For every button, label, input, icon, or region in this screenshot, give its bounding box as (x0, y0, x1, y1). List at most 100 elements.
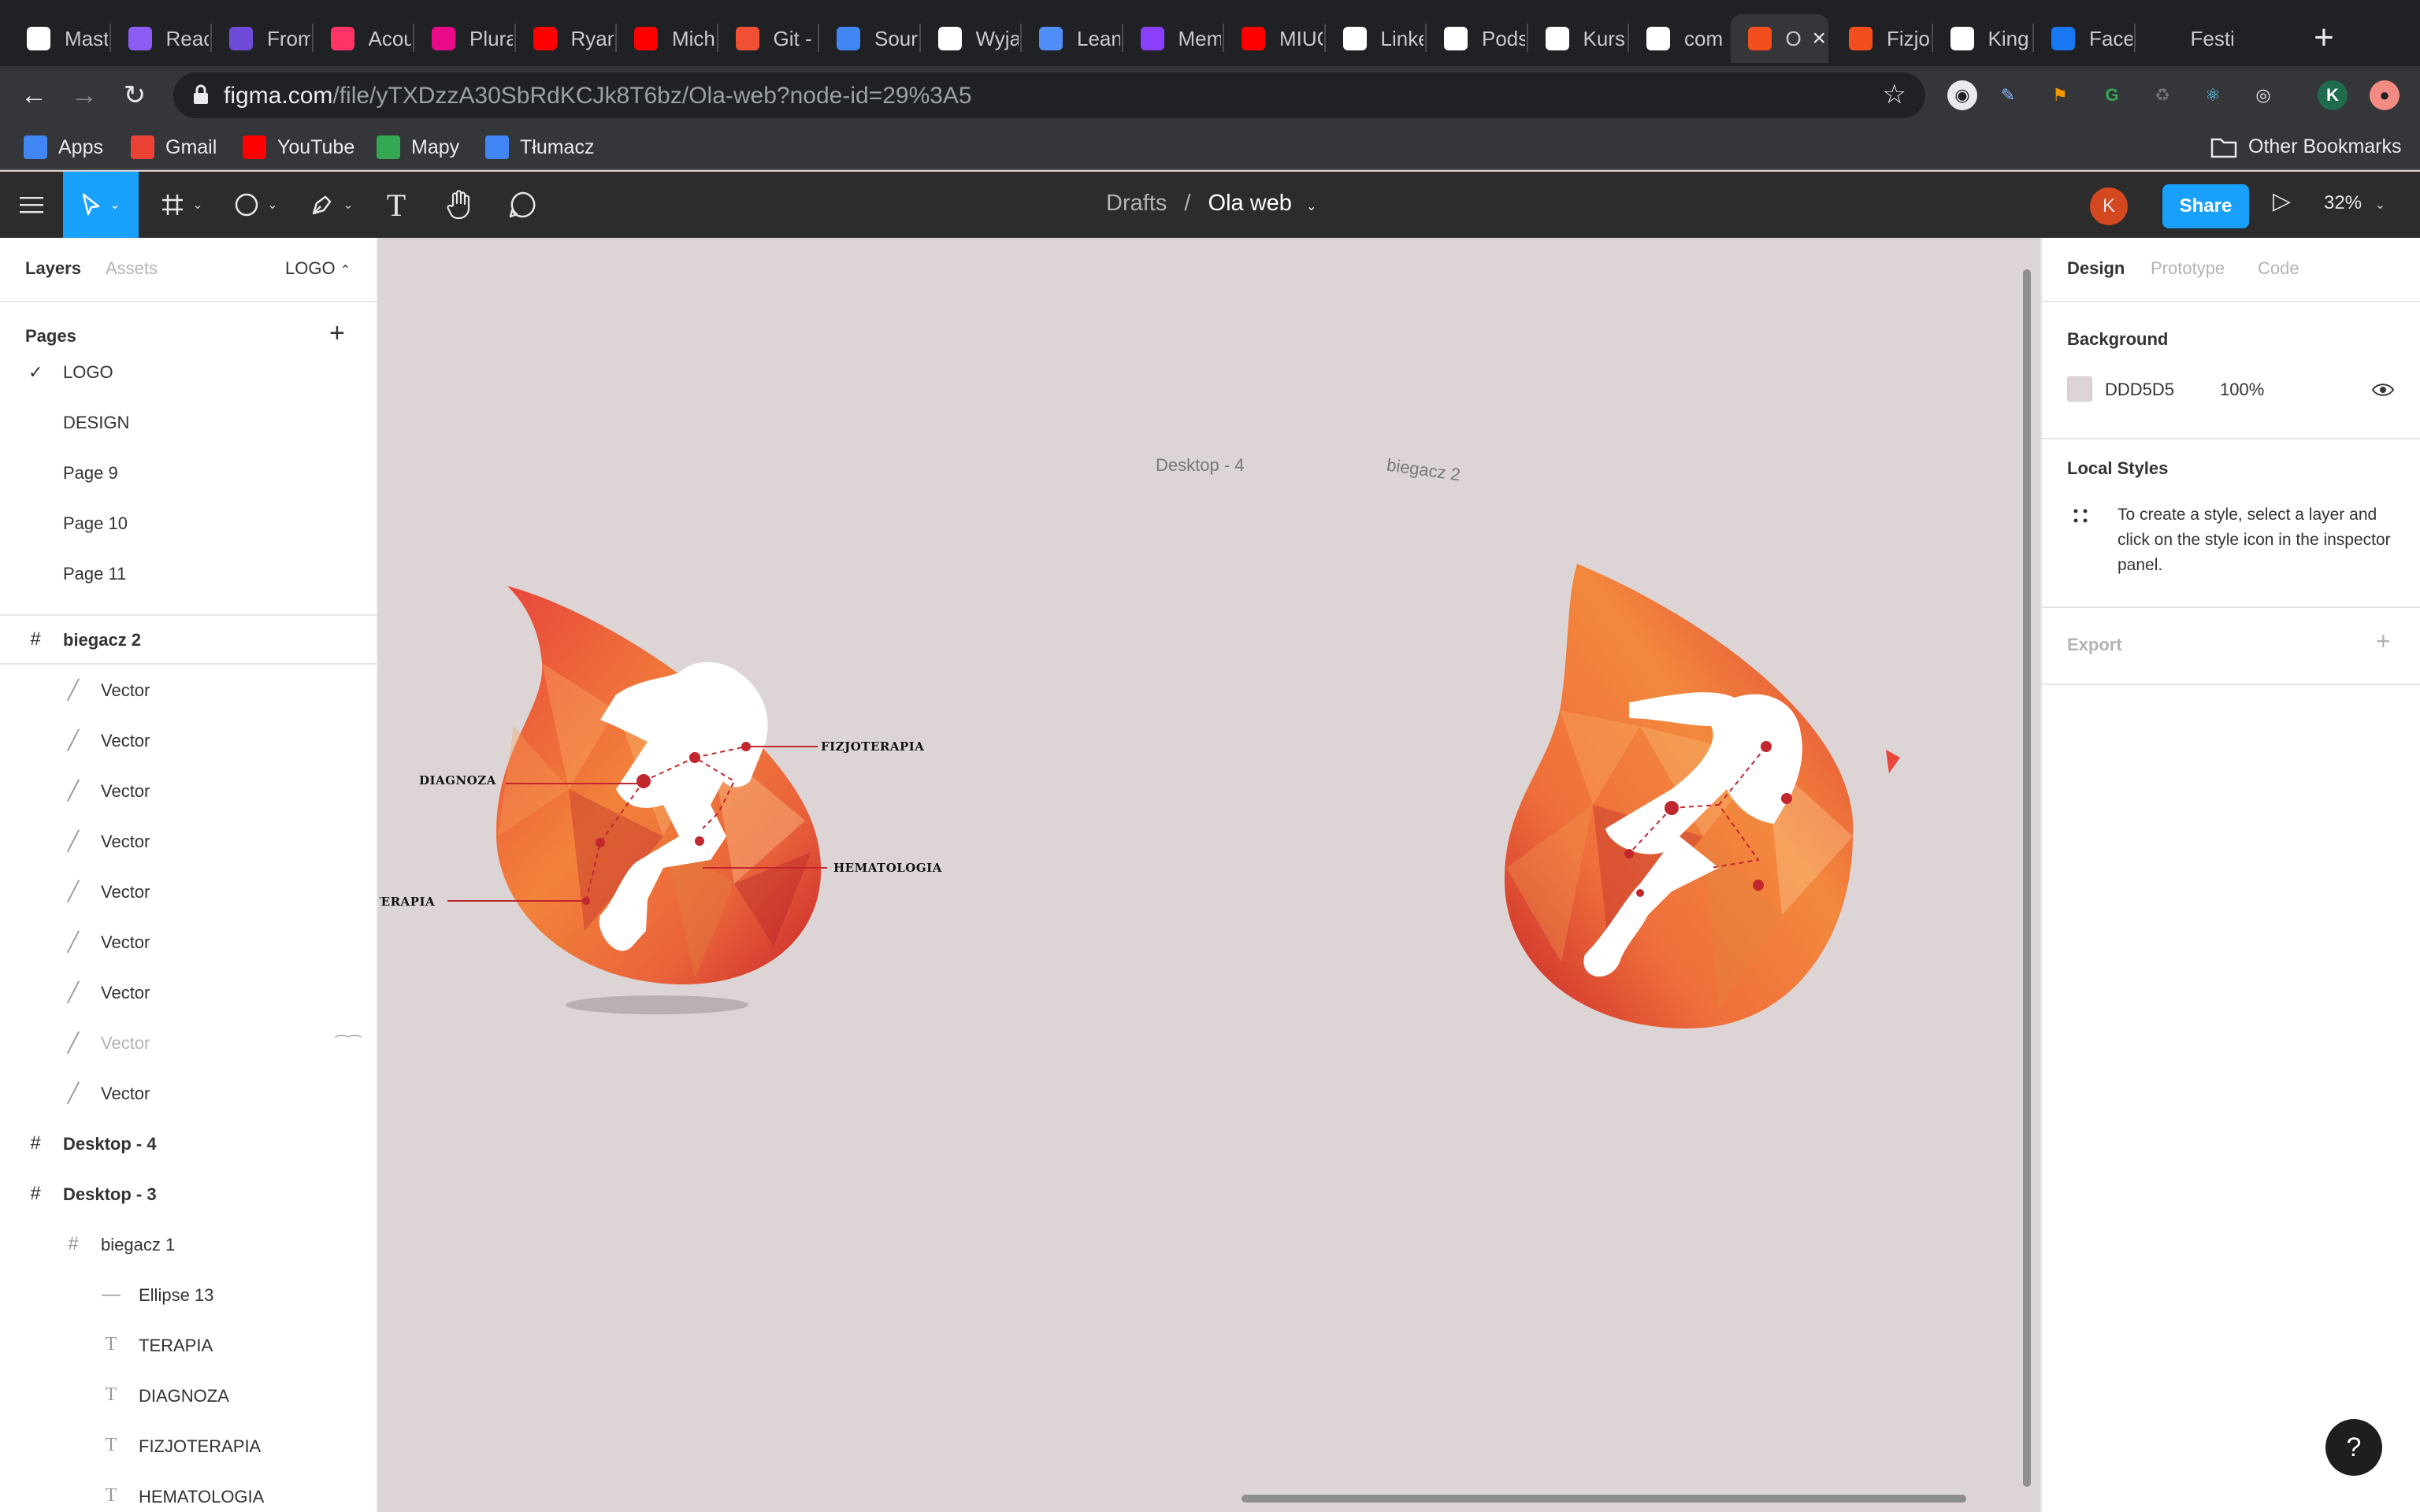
browser-tab[interactable]: Fizjo (1832, 14, 1930, 63)
move-tool[interactable]: ⌄ (63, 172, 139, 238)
callout-fizjoterapia[interactable]: FIZJOTERAPIA (821, 739, 924, 754)
back-icon[interactable]: ← (16, 77, 52, 113)
browser-tab[interactable]: Face (2034, 14, 2132, 63)
bookmark-item[interactable]: Tłumacz (485, 135, 594, 159)
bookmark-item[interactable]: YouTube (243, 135, 354, 159)
tab-code[interactable]: Code (2258, 258, 2299, 279)
share-button[interactable]: Share (2162, 184, 2249, 228)
update-icon[interactable]: ● (2370, 80, 2400, 110)
flag-extension-icon[interactable]: ⚑ (2045, 80, 2075, 110)
chevron-down-icon[interactable]: ⌄ (1306, 200, 1316, 213)
background-hex-input[interactable]: DDD5D5 (2105, 380, 2174, 400)
react-devtools-icon[interactable]: ⚛ (2198, 80, 2228, 110)
browser-tab[interactable]: com (1629, 14, 1728, 63)
background-color-swatch[interactable] (2067, 376, 2092, 402)
hand-tool-icon[interactable] (441, 172, 477, 238)
bookmark-item[interactable]: Gmail (131, 135, 217, 159)
canvas-vertical-scrollbar[interactable] (2023, 269, 2031, 1487)
callout-diagnoza[interactable]: DIAGNOZA (419, 773, 496, 788)
layer-row[interactable]: Vector (101, 932, 150, 953)
browser-tab[interactable]: Acou (314, 14, 411, 63)
shape-tool[interactable]: ⌄ (228, 172, 284, 238)
layer-row[interactable]: biegacz 2 (63, 630, 141, 650)
layer-row[interactable]: Vector (101, 680, 150, 701)
browser-tab[interactable]: Mich (617, 14, 715, 63)
zoom-dropdown[interactable]: 32% ⌄ (2324, 192, 2385, 214)
layer-row[interactable]: biegacz 1 (101, 1235, 175, 1255)
layer-row[interactable]: Vector (101, 882, 150, 902)
layer-row[interactable]: Vector (101, 731, 150, 751)
extension-icon[interactable]: ◉ (1947, 80, 1977, 110)
bookmark-item[interactable]: Apps (24, 135, 103, 159)
text-tool-icon[interactable]: T (378, 172, 414, 238)
tab-design[interactable]: Design (2067, 258, 2125, 279)
layer-row[interactable]: HEMATOLOGIA (139, 1487, 264, 1507)
browser-tab[interactable]: Plura (414, 14, 513, 63)
tab-assets[interactable]: Assets (106, 258, 158, 279)
browser-tab[interactable]: Ryan (516, 14, 614, 63)
other-bookmarks[interactable]: Other Bookmarks (2210, 135, 2402, 158)
browser-tab[interactable]: Wyja (921, 14, 1019, 63)
layer-row[interactable]: Vector (101, 781, 150, 802)
target-extension-icon[interactable]: ◎ (2248, 80, 2278, 110)
reload-icon[interactable]: ↻ (117, 77, 153, 113)
canvas-horizontal-scrollbar[interactable] (1242, 1495, 1966, 1503)
browser-tab[interactable]: King (1933, 14, 2032, 63)
browser-tab[interactable]: Mem (1123, 14, 1221, 63)
help-button[interactable]: ? (2325, 1419, 2382, 1476)
frame-tool[interactable]: ⌄ (154, 172, 210, 238)
page-item[interactable]: Page 10 (63, 513, 128, 534)
layer-row[interactable]: Ellipse 13 (139, 1285, 213, 1306)
comment-tool-icon[interactable] (504, 172, 540, 238)
browser-tab[interactable]: Git - (718, 14, 817, 63)
browser-tab[interactable]: Lean (1022, 14, 1120, 63)
user-avatar[interactable]: K (2090, 187, 2128, 225)
layer-row[interactable]: Desktop - 4 (63, 1134, 157, 1154)
eye-hidden-icon[interactable]: ⁀⁀ (336, 1035, 361, 1054)
callout-terapia[interactable]: TERAPIA (380, 895, 435, 909)
close-tab-icon[interactable]: × (1813, 25, 1827, 52)
recycle-extension-icon[interactable]: ♻ (2147, 80, 2177, 110)
present-play-icon[interactable]: ▷ (2273, 187, 2291, 215)
biegacz-1-logo[interactable]: DIAGNOZA FIZJOTERAPIA HEMATOLOGIA TERAPI… (380, 586, 942, 1014)
address-bar[interactable]: figma.com/file/yTXDzzA30SbRdKCJk8T6bz/Ol… (173, 72, 1925, 118)
browser-tab[interactable]: O × (1730, 14, 1828, 63)
tab-prototype[interactable]: Prototype (2151, 258, 2225, 279)
browser-tab[interactable]: Pods (1427, 14, 1525, 63)
forward-icon[interactable]: → (66, 77, 102, 113)
browser-tab[interactable]: From (212, 14, 310, 63)
pen-extension-icon[interactable]: ✎ (1993, 80, 2023, 110)
page-item[interactable]: LOGO (63, 362, 113, 383)
current-page-dropdown[interactable]: LOGO ⌃ (285, 258, 351, 279)
browser-tab[interactable]: Reac (111, 14, 209, 63)
biegacz-2-logo[interactable] (1504, 564, 1900, 1028)
browser-tab[interactable]: Sour (819, 14, 918, 63)
background-opacity-input[interactable]: 100% (2220, 380, 2264, 400)
file-name[interactable]: Ola web (1208, 191, 1292, 216)
grammarly-icon[interactable]: G (2097, 80, 2127, 110)
bookmark-item[interactable]: Mapy (377, 135, 459, 159)
add-export-plus-icon[interactable]: + (2376, 627, 2391, 656)
page-item[interactable]: Page 11 (63, 564, 126, 584)
browser-tab[interactable]: MIUC (1224, 14, 1323, 63)
profile-avatar[interactable]: K (2318, 80, 2348, 110)
layer-row[interactable]: Vector (101, 832, 150, 852)
callout-hematologia[interactable]: HEMATOLOGIA (833, 861, 942, 875)
layer-row[interactable]: Vector (101, 1084, 150, 1104)
page-item[interactable]: Page 9 (63, 463, 118, 484)
canvas[interactable]: Desktop - 4 biegacz 2 DIAGNOZA FIZJOTERA… (380, 238, 2040, 1512)
new-tab-plus-icon[interactable]: + (2302, 16, 2346, 60)
tab-layers[interactable]: Layers (25, 258, 81, 279)
add-page-plus-icon[interactable]: + (329, 318, 345, 349)
pen-tool[interactable]: ⌄ (304, 172, 359, 238)
bookmark-star-icon[interactable]: ☆ (1883, 79, 1906, 110)
layer-row[interactable]: Vector (101, 983, 150, 1003)
browser-tab[interactable]: Kurs (1528, 14, 1627, 63)
layer-row[interactable]: Desktop - 3 (63, 1184, 157, 1205)
main-menu-icon[interactable] (0, 172, 63, 238)
browser-tab[interactable]: Festi (2136, 14, 2233, 63)
browser-tab[interactable]: Mast (9, 14, 108, 63)
eye-visibility-icon[interactable] (2371, 381, 2395, 398)
layer-row[interactable]: DIAGNOZA (139, 1386, 229, 1406)
breadcrumb-drafts[interactable]: Drafts (1106, 191, 1167, 216)
